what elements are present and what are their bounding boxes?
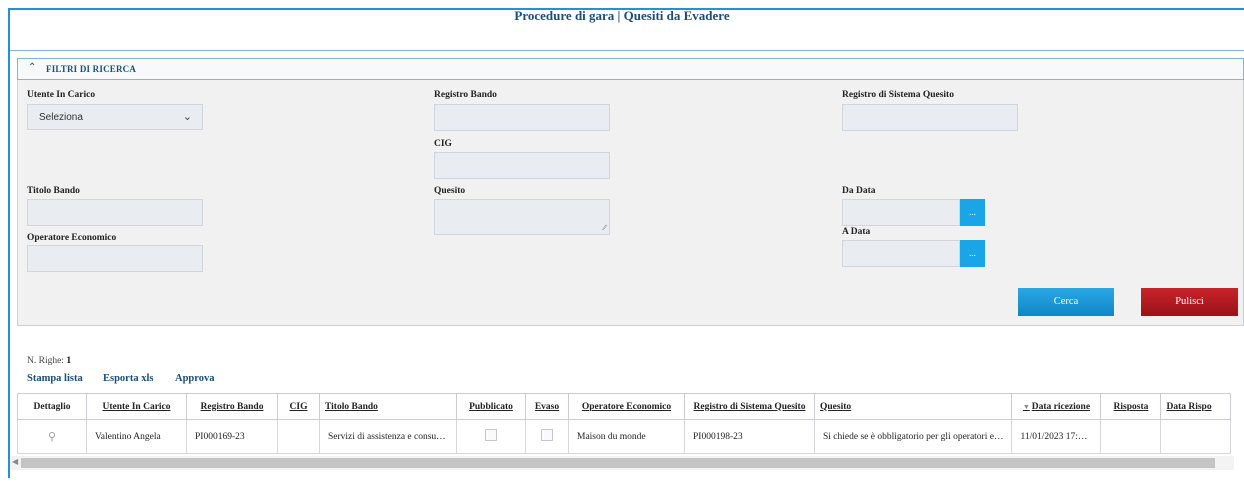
row-count: N. Righe: 1 (27, 356, 71, 366)
col-header-pubblicato[interactable]: Pubblicato (456, 393, 526, 420)
col-header-data-ricezione-cell[interactable]: ▼ Data ricezione (1011, 393, 1102, 420)
titolo-bando-label: Titolo Bando (27, 186, 80, 196)
cell-risposta (1100, 419, 1162, 454)
col-header-evaso[interactable]: Evaso (525, 393, 569, 420)
resize-handle-icon[interactable]: ∕∕ (603, 223, 606, 232)
pubblicato-checkbox[interactable] (485, 429, 497, 441)
table-row[interactable]: ⚲ Valentino Angela PI000169-23 Servizi d… (17, 419, 1232, 454)
col-header-quesito[interactable]: Quesito (813, 393, 1013, 420)
a-data-input[interactable] (842, 240, 960, 267)
cell-titolo-bando: Servizi di assistenza e consu… (319, 419, 457, 454)
table-header-row: Dettaglio Utente In Carico Registro Band… (17, 393, 1232, 420)
da-data-picker-button[interactable]: ... (960, 199, 985, 226)
stampa-lista-link[interactable]: Stampa lista (27, 373, 83, 384)
utente-in-carico-select[interactable]: Seleziona ⌄ (27, 104, 203, 130)
filters-header-label: FILTRI DI RICERCA (46, 64, 137, 74)
a-data-picker-button[interactable]: ... (960, 240, 985, 267)
cell-utente: Valentino Angela (86, 419, 187, 454)
filters-panel (17, 58, 1244, 326)
scrollbar-thumb[interactable] (21, 458, 1215, 468)
esporta-xls-link[interactable]: Esporta xls (103, 373, 153, 384)
row-count-value: 1 (66, 356, 72, 366)
dettaglio-cell[interactable]: ⚲ (17, 419, 87, 454)
horizontal-scrollbar[interactable]: ◀ (10, 456, 1234, 470)
chevron-down-icon: ⌄ (182, 111, 192, 123)
sort-desc-icon: ▼ (1022, 402, 1030, 411)
registro-sistema-quesito-input[interactable] (842, 104, 1018, 131)
a-data-label: A Data (842, 227, 871, 237)
registro-sistema-quesito-label: Registro di Sistema Quesito (842, 90, 954, 100)
cell-cig (277, 419, 320, 454)
da-data-label: Da Data (842, 186, 876, 196)
pulisci-button[interactable]: Pulisci (1141, 288, 1238, 316)
evaso-checkbox[interactable] (541, 429, 553, 441)
filters-header[interactable]: ⌃ FILTRI DI RICERCA (17, 58, 1244, 80)
results-table: Dettaglio Utente In Carico Registro Band… (17, 393, 1232, 454)
scroll-left-arrow-icon[interactable]: ◀ (12, 457, 18, 466)
col-header-registro-sistema-quesito[interactable]: Registro di Sistema Quesito (684, 393, 815, 420)
col-header-titolo-bando[interactable]: Titolo Bando (319, 393, 457, 420)
col-header-dettaglio: Dettaglio (17, 393, 87, 420)
cell-operatore: Maison du monde (568, 419, 685, 454)
row-count-label: N. Righe: (27, 356, 64, 366)
cig-label: CIG (434, 139, 452, 149)
cell-data-ricezione: 11/01/2023 17:… (1011, 419, 1102, 454)
cerca-button[interactable]: Cerca (1018, 288, 1114, 316)
col-header-operatore-economico[interactable]: Operatore Economico (568, 393, 685, 420)
titolo-bando-input[interactable] (27, 199, 203, 226)
col-header-data-risposta[interactable]: Data Rispo (1160, 393, 1232, 420)
quesito-textarea[interactable]: ∕∕ (434, 199, 610, 235)
approva-link[interactable]: Approva (175, 373, 214, 384)
operatore-economico-label: Operatore Economico (27, 233, 117, 243)
registro-bando-label: Registro Bando (434, 90, 497, 100)
cell-quesito: Si chiede se è obbligatorio per gli oper… (813, 419, 1013, 454)
col-header-registro-bando[interactable]: Registro Bando (186, 393, 278, 420)
title-divider (10, 50, 1244, 51)
cell-data-risposta (1160, 419, 1232, 454)
cell-registro-bando: PI000169-23 (186, 419, 278, 454)
magnifier-icon[interactable]: ⚲ (48, 431, 56, 443)
page-title: Procedure di gara | Quesiti da Evadere (514, 8, 730, 23)
col-header-utente-in-carico[interactable]: Utente In Carico (86, 393, 187, 420)
col-header-cig[interactable]: CIG (277, 393, 320, 420)
cell-pubblicato (456, 419, 526, 454)
da-data-input[interactable] (842, 199, 960, 226)
cig-input[interactable] (434, 152, 610, 179)
cell-registro-sistema: PI000198-23 (684, 419, 815, 454)
registro-bando-input[interactable] (434, 104, 610, 131)
col-header-data-ricezione: Data ricezione (1031, 401, 1091, 412)
utente-in-carico-label: Utente In Carico (27, 90, 96, 100)
chevron-up-icon[interactable]: ⌃ (28, 62, 36, 73)
cell-evaso (525, 419, 569, 454)
operatore-economico-input[interactable] (27, 245, 203, 272)
quesito-label: Quesito (434, 186, 466, 196)
utente-in-carico-value: Seleziona (39, 112, 83, 123)
col-header-risposta[interactable]: Risposta (1100, 393, 1162, 420)
